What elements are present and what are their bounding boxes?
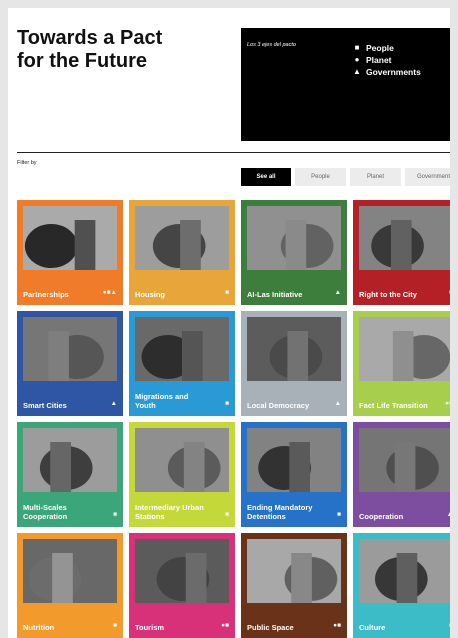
tile-photo [23, 317, 117, 381]
legend-list: ■ People ● Planet ▲ Governments [353, 42, 421, 78]
tile-multi-scales-cooperation[interactable]: Multi-Scales Cooperation ■ [17, 422, 123, 527]
tile-category-icons: ■ [225, 511, 229, 518]
tile-category-icons: ■ [225, 289, 229, 296]
tile-category-icons: ●■ [445, 400, 450, 407]
tile-public-space[interactable]: Public Space ●■ [241, 533, 347, 638]
tile-label: Housing [135, 290, 165, 299]
tile-category-icons: ■ [449, 288, 450, 297]
tile-category-icons: ●■ [333, 622, 341, 629]
tile-photo [23, 539, 117, 603]
tile-photo [247, 428, 341, 492]
legend-label: People [366, 43, 394, 53]
tile-photo [135, 428, 229, 492]
legend-panel: Los 3 ejes del pacto ■ People ● Planet ▲… [241, 28, 450, 141]
tile-label: Right to the City [359, 290, 417, 299]
tile-label: Culture [359, 623, 386, 632]
tile-label: Public Space [247, 623, 294, 632]
tile-label: Intermediary Urban Stations [135, 503, 204, 521]
tile-label: Nutrition [23, 623, 55, 632]
tile-photo [359, 539, 450, 603]
project-grid: Partnerships ●■▲ Housing ■ AI-Las Initiative… [17, 200, 450, 638]
tile-label: Cooperation [359, 512, 404, 521]
tile-photo [359, 428, 450, 492]
legend-item-planet: ● Planet [353, 54, 421, 66]
tile-label: Smart Cities [23, 401, 67, 410]
page-title: Towards a Pact for the Future [17, 27, 217, 73]
tile-label: Partnerships [23, 290, 69, 299]
tile-ending-mandatory-detentions[interactable]: Ending Mandatory Detentions ■ [241, 422, 347, 527]
circle-icon: ● [354, 55, 360, 64]
tile-label: Fact Life Transition [359, 401, 428, 410]
tile-label: Tourism [135, 623, 165, 632]
tile-migrations-and-youth[interactable]: Migrations and Youth ■ [129, 311, 235, 416]
tile-ai-las-initiative[interactable]: AI-Las Initiative ▲ [241, 200, 347, 305]
tile-photo [247, 317, 341, 381]
legend-label: Planet [366, 55, 392, 65]
tile-category-icons: ■ [225, 400, 229, 407]
legend-item-governments: ▲ Governments [353, 66, 421, 78]
tile-nutrition[interactable]: Nutrition ■ [17, 533, 123, 638]
tile-category-icons: ■ [449, 621, 450, 630]
filter-people-button[interactable]: People [295, 168, 346, 186]
page: Towards a Pact for the Future Los 3 ejes… [8, 8, 450, 638]
tile-housing[interactable]: Housing ■ [129, 200, 235, 305]
filter-bar: See all People Planet Governments [241, 168, 450, 186]
tile-label: Local Democracy [247, 401, 310, 410]
filter-governments-button[interactable]: Governments [405, 168, 450, 186]
page-title-line-1: Towards a Pact [17, 27, 163, 49]
tile-category-icons: ●■▲ [102, 289, 117, 296]
legend-subtitle: Los 3 ejes del pacto [247, 42, 296, 48]
triangle-icon: ▲ [353, 67, 361, 76]
legend-item-people: ■ People [353, 42, 421, 54]
tile-photo [23, 206, 117, 270]
tile-photo [23, 428, 117, 492]
tile-photo [247, 206, 341, 270]
tile-intermediary-urban-stations[interactable]: Intermediary Urban Stations ■ [129, 422, 235, 527]
tile-category-icons: ■ [113, 622, 117, 629]
tile-photo [135, 206, 229, 270]
tile-photo [247, 539, 341, 603]
filter-see-all-button[interactable]: See all [241, 168, 291, 186]
legend-label: Governments [366, 67, 421, 77]
tile-category-icons: ▲ [334, 289, 341, 296]
tile-category-icons: ■ [113, 511, 117, 518]
tile-label: AI-Las Initiative [247, 290, 303, 299]
tile-culture[interactable]: Culture ■ [353, 533, 450, 638]
tile-photo [135, 539, 229, 603]
tile-local-democracy[interactable]: Local Democracy ▲ [241, 311, 347, 416]
tile-label: Ending Mandatory Detentions [247, 503, 313, 521]
tile-category-icons: ●■ [221, 622, 229, 629]
filter-label: Filter by [17, 160, 37, 166]
tile-category-icons: ■ [337, 511, 341, 518]
tile-category-icons: ▲ [110, 400, 117, 407]
page-title-line-2: for the Future [17, 50, 147, 72]
tile-label: Multi-Scales Cooperation [23, 503, 68, 521]
tile-partnerships[interactable]: Partnerships ●■▲ [17, 200, 123, 305]
tile-smart-cities[interactable]: Smart Cities ▲ [17, 311, 123, 416]
tile-category-icons: ▲ [446, 511, 450, 518]
tile-tourism[interactable]: Tourism ●■ [129, 533, 235, 638]
divider [17, 152, 450, 153]
tile-cooperation[interactable]: Cooperation ▲ [353, 422, 450, 527]
tile-photo [359, 317, 450, 381]
square-icon: ■ [354, 43, 360, 52]
tile-photo [135, 317, 229, 381]
tile-label: Migrations and Youth [135, 392, 189, 410]
tile-fact-life-transition[interactable]: Fact Life Transition ●■ [353, 311, 450, 416]
tile-category-icons: ▲ [334, 400, 341, 407]
filter-planet-button[interactable]: Planet [350, 168, 401, 186]
tile-right-to-the-city[interactable]: Right to the City ■ [353, 200, 450, 305]
tile-photo [359, 206, 450, 270]
